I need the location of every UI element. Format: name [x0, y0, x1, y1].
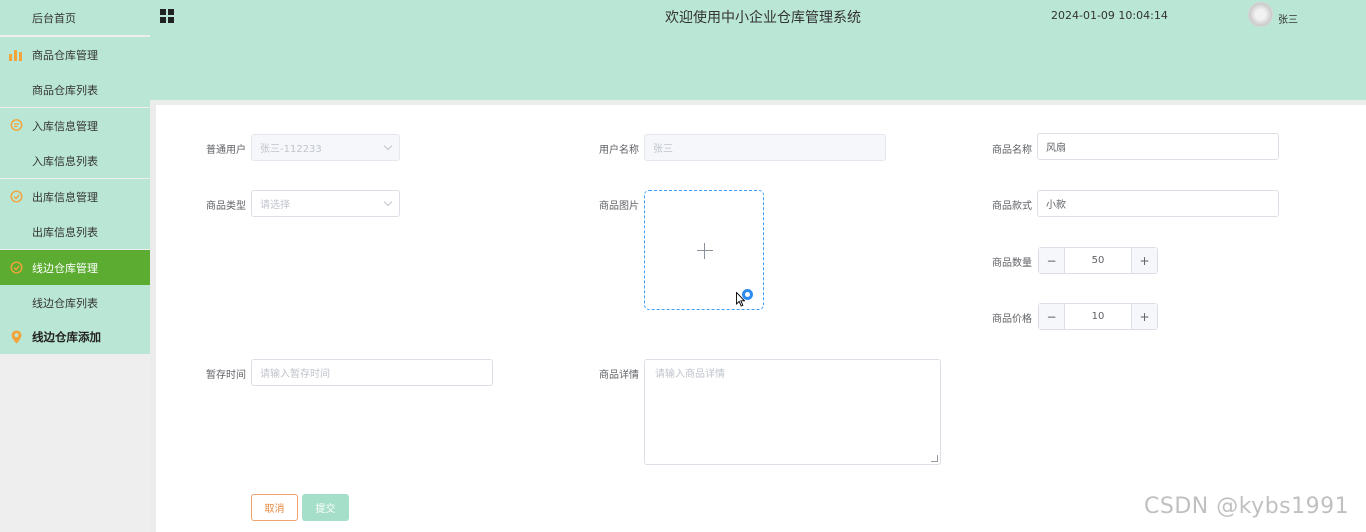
sidebar-item-label: 线边仓库列表: [32, 296, 98, 310]
price-value[interactable]: 10: [1065, 304, 1131, 329]
decrement-button[interactable]: −: [1039, 304, 1065, 329]
temp-time-field[interactable]: 请输入暂存时间: [251, 359, 493, 386]
chat-icon: [9, 119, 23, 133]
temp-time-placeholder: 请输入暂存时间: [260, 369, 330, 380]
sidebar-item-outbound-list[interactable]: 出库信息列表: [0, 214, 150, 249]
menu-grid-icon[interactable]: [160, 9, 174, 23]
decrement-button[interactable]: −: [1039, 248, 1065, 273]
increment-button[interactable]: +: [1131, 248, 1157, 273]
sidebar-item-home[interactable]: 后台首页: [0, 0, 150, 35]
temp-time-label: 暂存时间: [206, 370, 246, 381]
user-name-field: 张三: [644, 134, 886, 161]
header: 欢迎使用中小企业仓库管理系统 2024-01-09 10:04:14 张三: [150, 0, 1366, 100]
product-name-field[interactable]: 风扇: [1037, 133, 1279, 160]
sidebar-item-label: 线边仓库管理: [32, 261, 98, 275]
datetime: 2024-01-09 10:04:14: [1051, 9, 1168, 22]
image-upload[interactable]: [644, 190, 764, 310]
product-type-select[interactable]: 请选择: [251, 190, 400, 217]
product-name-value: 风扇: [1046, 143, 1066, 154]
price-stepper[interactable]: − 10 +: [1038, 303, 1158, 330]
sidebar-item-inbound-list[interactable]: 入库信息列表: [0, 143, 150, 178]
chevron-down-icon: [383, 141, 393, 151]
sidebar-item-label: 出库信息管理: [32, 190, 98, 204]
product-type-label: 商品类型: [206, 201, 246, 212]
quantity-stepper[interactable]: − 50 +: [1038, 247, 1158, 274]
sidebar: 后台首页 商品仓库管理 商品仓库列表 入库信息管理 入库信息列表 出库信息管理 …: [0, 0, 150, 532]
increment-button[interactable]: +: [1131, 304, 1157, 329]
avatar[interactable]: [1248, 2, 1273, 27]
sidebar-item-label: 入库信息管理: [32, 119, 98, 133]
location-pin-icon: [9, 330, 23, 344]
sidebar-item-inbound[interactable]: 入库信息管理: [0, 108, 150, 143]
sidebar-item-label: 入库信息列表: [32, 154, 98, 168]
product-style-value: 小款: [1046, 200, 1066, 211]
check-circle-icon: [9, 261, 23, 275]
cancel-button[interactable]: 取消: [251, 494, 298, 521]
product-price-label: 商品价格: [992, 314, 1032, 325]
user-type-select: 张三-112233: [251, 134, 400, 161]
detail-label: 商品详情: [599, 370, 639, 381]
resize-handle-icon[interactable]: [931, 455, 938, 462]
product-style-field[interactable]: 小款: [1037, 190, 1279, 217]
bar-chart-icon: [9, 48, 23, 62]
user-name-label: 用户名称: [599, 145, 639, 156]
detail-textarea[interactable]: 请输入商品详情: [644, 359, 941, 465]
product-qty-label: 商品数量: [992, 258, 1032, 269]
username[interactable]: 张三: [1278, 11, 1298, 26]
product-name-label: 商品名称: [992, 145, 1032, 156]
page-title: 欢迎使用中小企业仓库管理系统: [665, 10, 861, 26]
sidebar-item-label: 后台首页: [32, 11, 76, 25]
product-image-label: 商品图片: [599, 201, 639, 212]
watermark: CSDN @kybs1991: [1144, 494, 1350, 519]
sidebar-item-label: 出库信息列表: [32, 225, 98, 239]
sidebar-item-goods-warehouse[interactable]: 商品仓库管理: [0, 37, 150, 72]
user-name-value: 张三: [653, 144, 673, 155]
quantity-value[interactable]: 50: [1065, 248, 1131, 273]
submit-button[interactable]: 提交: [302, 494, 349, 521]
product-style-label: 商品款式: [992, 201, 1032, 212]
mouse-cursor-icon: [736, 292, 745, 307]
sidebar-item-line-warehouse-add[interactable]: 线边仓库添加: [0, 319, 150, 354]
product-type-placeholder: 请选择: [260, 200, 290, 211]
chevron-down-icon: [383, 197, 393, 207]
sidebar-item-label: 商品仓库列表: [32, 83, 98, 97]
main-form: 普通用户 张三-112233 用户名称 张三 商品名称 风扇 商品类型 请选择 …: [156, 105, 1366, 532]
plus-icon: [697, 243, 713, 259]
sidebar-item-goods-warehouse-list[interactable]: 商品仓库列表: [0, 72, 150, 107]
sidebar-item-line-warehouse[interactable]: 线边仓库管理: [0, 250, 150, 285]
user-type-label: 普通用户: [206, 145, 246, 156]
sidebar-item-line-warehouse-list[interactable]: 线边仓库列表: [0, 285, 150, 320]
user-type-value: 张三-112233: [260, 144, 322, 155]
sidebar-item-label: 线边仓库添加: [32, 329, 101, 344]
sidebar-item-outbound[interactable]: 出库信息管理: [0, 179, 150, 214]
check-circle-icon: [9, 190, 23, 204]
detail-placeholder: 请输入商品详情: [655, 369, 725, 380]
sidebar-item-label: 商品仓库管理: [32, 48, 98, 62]
